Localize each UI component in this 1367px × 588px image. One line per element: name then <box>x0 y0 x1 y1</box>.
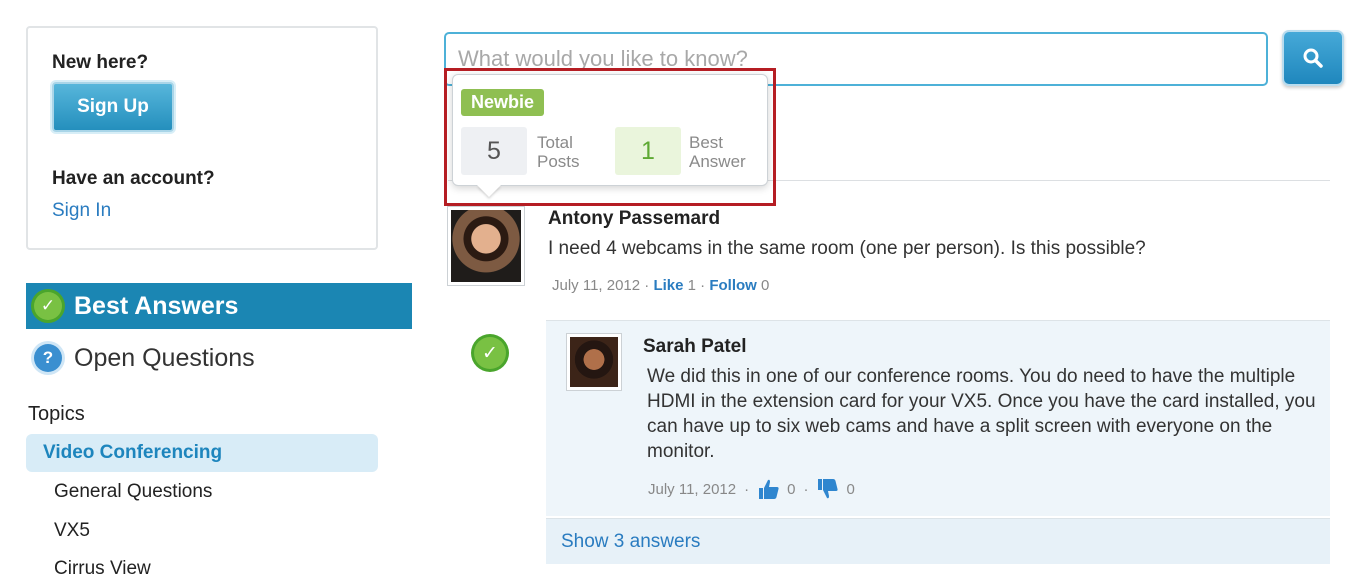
search-icon <box>1303 48 1323 68</box>
separator: · <box>803 480 809 498</box>
separator: · <box>700 277 706 294</box>
login-box: New here? Sign Up Have an account? Sign … <box>26 26 378 250</box>
newbie-badge: Newbie <box>461 89 545 116</box>
topic-label: VX5 <box>54 520 90 541</box>
answer-date: July 11, 2012 <box>648 480 737 498</box>
topics-heading: Topics <box>28 403 85 425</box>
question-meta: July 11, 2012 · Like 1 · Follow 0 <box>552 277 769 294</box>
topic-general-questions[interactable]: General Questions <box>26 473 378 511</box>
nav-best-answers[interactable]: ✓ Best Answers <box>26 283 412 329</box>
question-date: July 11, 2012 <box>552 277 641 294</box>
check-icon: ✓ <box>34 292 62 320</box>
separator: · <box>644 277 650 294</box>
nav-best-answers-label: Best Answers <box>74 291 239 320</box>
best-answer-count: 1 <box>615 127 681 175</box>
best-answer-check-icon: ✓ <box>474 337 506 369</box>
separator: · <box>744 480 750 498</box>
downvote-button[interactable]: 0 <box>816 478 855 500</box>
total-posts-label: Total Posts <box>537 133 580 171</box>
search-button[interactable] <box>1282 30 1344 86</box>
question-body: I need 4 webcams in the same room (one p… <box>548 238 1146 259</box>
like-link[interactable]: Like <box>653 277 683 294</box>
follow-link[interactable]: Follow <box>709 277 757 294</box>
nav-open-questions-label: Open Questions <box>74 343 255 372</box>
upvote-count: 0 <box>787 480 796 498</box>
follow-count: 0 <box>761 277 770 294</box>
thumbs-up-icon <box>759 479 779 499</box>
main-content: Antony Passemard I need 4 webcams in the… <box>414 0 1367 588</box>
sidebar: New here? Sign Up Have an account? Sign … <box>0 0 414 588</box>
show-answers-link[interactable]: Show 3 answers <box>546 518 1330 564</box>
answer-author[interactable]: Sarah Patel <box>643 336 747 358</box>
topic-label: Video Conferencing <box>43 442 223 463</box>
topic-label: General Questions <box>54 481 213 502</box>
topic-cirrus-view[interactable]: Cirrus View <box>26 550 378 588</box>
answer-body: We did this in one of our conference roo… <box>647 366 1316 462</box>
downvote-count: 0 <box>846 480 855 498</box>
sign-up-button[interactable]: Sign Up <box>52 82 174 132</box>
question-icon: ? <box>34 344 62 372</box>
have-account-heading: Have an account? <box>52 168 215 189</box>
topic-label: Cirrus View <box>54 558 151 579</box>
user-hovercard: Newbie 5 Total Posts 1 Best Answer <box>452 74 768 186</box>
topic-video-conferencing[interactable]: Video Conferencing <box>26 434 378 472</box>
total-posts-count: 5 <box>461 127 527 175</box>
new-here-heading: New here? <box>52 52 149 73</box>
avatar-antony[interactable] <box>447 206 525 286</box>
answer-meta: July 11, 2012 · 0 · 0 <box>648 478 855 500</box>
like-count: 1 <box>687 277 696 294</box>
upvote-button[interactable]: 0 <box>757 478 795 500</box>
thumbs-down-icon <box>818 479 839 499</box>
sign-in-link[interactable]: Sign In <box>52 200 111 222</box>
best-answer-label: Best Answer <box>689 133 746 171</box>
show-answers-label: Show 3 answers <box>561 530 701 552</box>
topic-vx5[interactable]: VX5 <box>26 512 378 550</box>
avatar-sarah[interactable] <box>566 333 622 391</box>
question-author[interactable]: Antony Passemard <box>548 208 720 230</box>
nav-open-questions[interactable]: ? Open Questions <box>26 335 412 381</box>
